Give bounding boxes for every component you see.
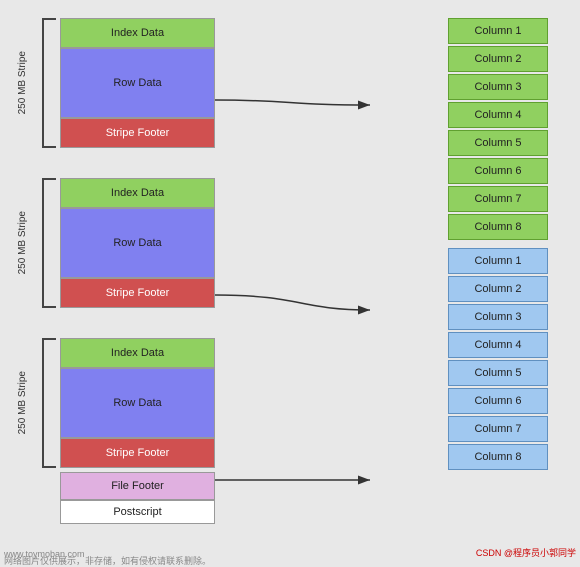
col2-col3: Column 3 bbox=[448, 304, 548, 330]
col1-col4: Column 4 bbox=[448, 102, 548, 128]
stripe-1-row: Row Data bbox=[60, 48, 215, 118]
col2-col1: Column 1 bbox=[448, 248, 548, 274]
col2-col7: Column 7 bbox=[448, 416, 548, 442]
col2-col8: Column 8 bbox=[448, 444, 548, 470]
stripe-1: 250 MB Stripe Index Data Row Data Stripe… bbox=[60, 18, 215, 148]
stripe-1-footer: Stripe Footer bbox=[60, 118, 215, 148]
col1-col7: Column 7 bbox=[448, 186, 548, 212]
stripe-1-index: Index Data bbox=[60, 18, 215, 48]
stripe-2-row: Row Data bbox=[60, 208, 215, 278]
watermark-bottom: 网络图片仅供展示，非存储，如有侵权请联系删除。 bbox=[4, 554, 211, 567]
col1-col1: Column 1 bbox=[448, 18, 548, 44]
col2-col6: Column 6 bbox=[448, 388, 548, 414]
columns-group-2: Column 1 Column 2 Column 3 Column 4 Colu… bbox=[448, 248, 548, 472]
csdn-badge: CSDN @程序员小郭同学 bbox=[476, 546, 576, 559]
bracket-1 bbox=[42, 18, 56, 148]
col1-col6: Column 6 bbox=[448, 158, 548, 184]
col2-col5: Column 5 bbox=[448, 360, 548, 386]
columns-group-1: Column 1 Column 2 Column 3 Column 4 Colu… bbox=[448, 18, 548, 242]
stripe-2-index: Index Data bbox=[60, 178, 215, 208]
stripe-3-footer: Stripe Footer bbox=[60, 438, 215, 468]
col2-col2: Column 2 bbox=[448, 276, 548, 302]
bracket-2 bbox=[42, 178, 56, 308]
stripe-2-footer: Stripe Footer bbox=[60, 278, 215, 308]
stripe-3-row: Row Data bbox=[60, 368, 215, 438]
bracket-3 bbox=[42, 338, 56, 468]
stripe-2-label: 250 MB Stripe bbox=[4, 178, 40, 308]
stripe-1-label: 250 MB Stripe bbox=[4, 18, 40, 148]
stripe-3: 250 MB Stripe Index Data Row Data Stripe… bbox=[60, 338, 215, 468]
stripe-2: 250 MB Stripe Index Data Row Data Stripe… bbox=[60, 178, 215, 308]
postscript-block: Postscript bbox=[60, 500, 215, 524]
file-footer-group: File Footer Postscript bbox=[60, 472, 215, 524]
col2-col4: Column 4 bbox=[448, 332, 548, 358]
diagram-container: 250 MB Stripe Index Data Row Data Stripe… bbox=[0, 0, 580, 567]
col1-col5: Column 5 bbox=[448, 130, 548, 156]
stripe-3-index: Index Data bbox=[60, 338, 215, 368]
col1-col3: Column 3 bbox=[448, 74, 548, 100]
file-footer-block: File Footer bbox=[60, 472, 215, 500]
col1-col2: Column 2 bbox=[448, 46, 548, 72]
stripe-3-label: 250 MB Stripe bbox=[4, 338, 40, 468]
col1-col8: Column 8 bbox=[448, 214, 548, 240]
